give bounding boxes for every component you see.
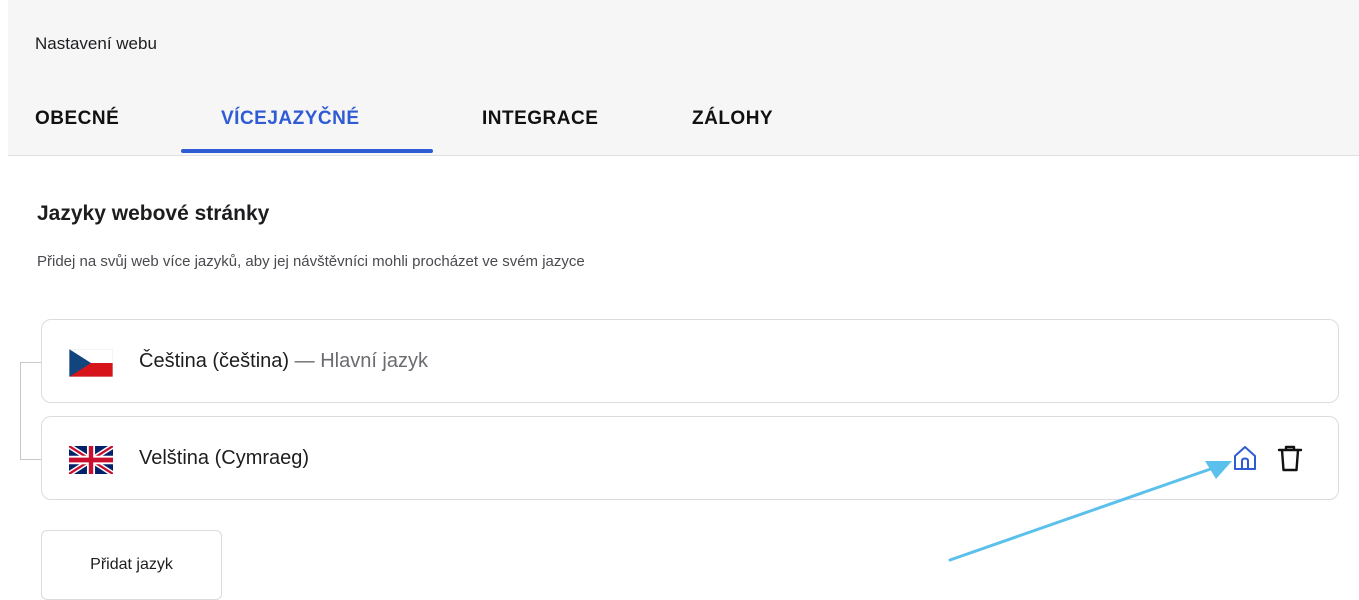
- language-label: Čeština (čeština) — Hlavní jazyk: [139, 350, 428, 373]
- trash-icon[interactable]: [1276, 443, 1304, 473]
- language-name: Velština (Cymraeg): [139, 447, 310, 469]
- main-language-label: Hlavní jazyk: [320, 350, 428, 372]
- settings-header: Nastavení webu OBECNÉ VÍCEJAZYČNÉ INTEGR…: [8, 0, 1359, 156]
- tab-vicejazycne[interactable]: VÍCEJAZYČNÉ: [221, 95, 360, 153]
- uk-flag-icon: [69, 446, 113, 474]
- language-row-czech[interactable]: Čeština (čeština) — Hlavní jazyk: [41, 319, 1339, 403]
- language-name: Čeština (čeština): [139, 350, 290, 372]
- tab-obecne[interactable]: OBECNÉ: [35, 95, 119, 153]
- tab-zalohy[interactable]: ZÁLOHY: [692, 95, 773, 153]
- tab-integrace[interactable]: INTEGRACE: [482, 95, 598, 153]
- language-separator: —: [289, 350, 321, 372]
- page-title: Nastavení webu: [35, 34, 157, 53]
- annotation-arrow-icon: [948, 461, 1232, 562]
- czech-flag-icon: [69, 349, 113, 377]
- add-language-button[interactable]: Přidat jazyk: [41, 530, 222, 600]
- active-tab-indicator: [181, 149, 433, 153]
- language-tree-connector: [20, 362, 43, 460]
- section-description: Přidej na svůj web více jazyků, aby jej …: [37, 253, 585, 270]
- section-title: Jazyky webové stránky: [37, 202, 270, 225]
